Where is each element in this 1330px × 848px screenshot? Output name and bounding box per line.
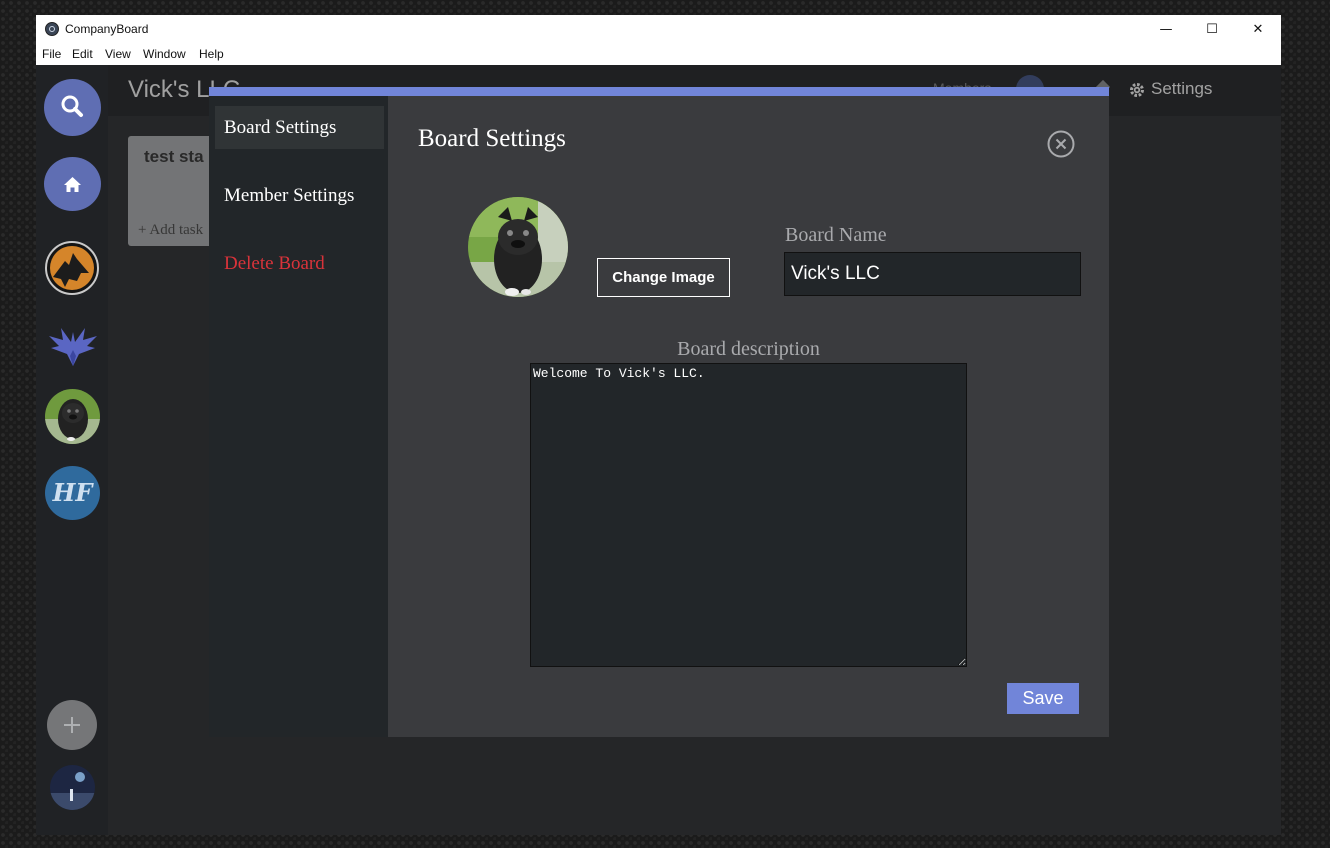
home-icon [64, 177, 81, 192]
board-vicks-llc[interactable] [45, 389, 100, 444]
close-window-button[interactable]: ✕ [1235, 15, 1281, 44]
hf-logo: HF [52, 478, 95, 507]
hf-logo-text: HF [52, 478, 95, 507]
close-icon [1047, 130, 1075, 158]
board-image [468, 197, 568, 297]
app-body: HF Vick's LLC ⌄ Members [36, 65, 1281, 835]
server-sidebar: HF [36, 65, 108, 835]
board-name-input[interactable] [784, 252, 1081, 296]
modal-nav: Board Settings Member Settings Delete Bo… [209, 96, 388, 737]
menu-view[interactable]: View [105, 47, 131, 61]
change-image-button[interactable]: Change Image [597, 258, 730, 297]
search-button[interactable] [44, 79, 101, 136]
add-icon [64, 717, 80, 733]
modal-title: Board Settings [418, 125, 566, 152]
board-description-label: Board description [677, 338, 820, 360]
menu-window[interactable]: Window [143, 47, 186, 61]
window-title: CompanyBoard [65, 22, 149, 36]
menu-edit[interactable]: Edit [72, 47, 93, 61]
app-window: CompanyBoard — ☐ ✕ File Edit View Window… [36, 15, 1281, 835]
add-board-button[interactable] [47, 700, 97, 750]
app-icon [45, 22, 59, 36]
modal-close-button[interactable] [1047, 130, 1075, 158]
pug-avatar [45, 389, 100, 444]
user-avatar-button[interactable] [50, 765, 95, 810]
save-button[interactable]: Save [1007, 683, 1079, 714]
menu-help[interactable]: Help [199, 47, 224, 61]
nav-board-settings[interactable]: Board Settings [215, 106, 384, 149]
home-button[interactable] [44, 157, 101, 211]
board-hf[interactable]: HF [45, 466, 100, 520]
board-settings-modal: Board Settings Member Settings Delete Bo… [209, 87, 1109, 737]
menu-bar: File Edit View Window Help [36, 44, 1281, 65]
board-name-label: Board Name [785, 224, 887, 246]
minimize-button[interactable]: — [1143, 15, 1189, 44]
menu-file[interactable]: File [42, 47, 61, 61]
user-avatar [50, 765, 95, 810]
board-description-input[interactable]: Welcome To Vick's LLC. [530, 363, 967, 667]
title-bar[interactable]: CompanyBoard — ☐ ✕ [36, 15, 1281, 44]
board-phoenix[interactable] [45, 318, 101, 374]
nav-delete-board[interactable]: Delete Board [215, 242, 384, 285]
phoenix-logo [49, 328, 97, 366]
nav-member-settings[interactable]: Member Settings [215, 174, 384, 217]
wolf-logo [50, 246, 94, 290]
board-wolf[interactable] [45, 241, 99, 295]
search-icon [61, 95, 83, 117]
maximize-button[interactable]: ☐ [1189, 15, 1235, 44]
pug-image [468, 197, 568, 297]
